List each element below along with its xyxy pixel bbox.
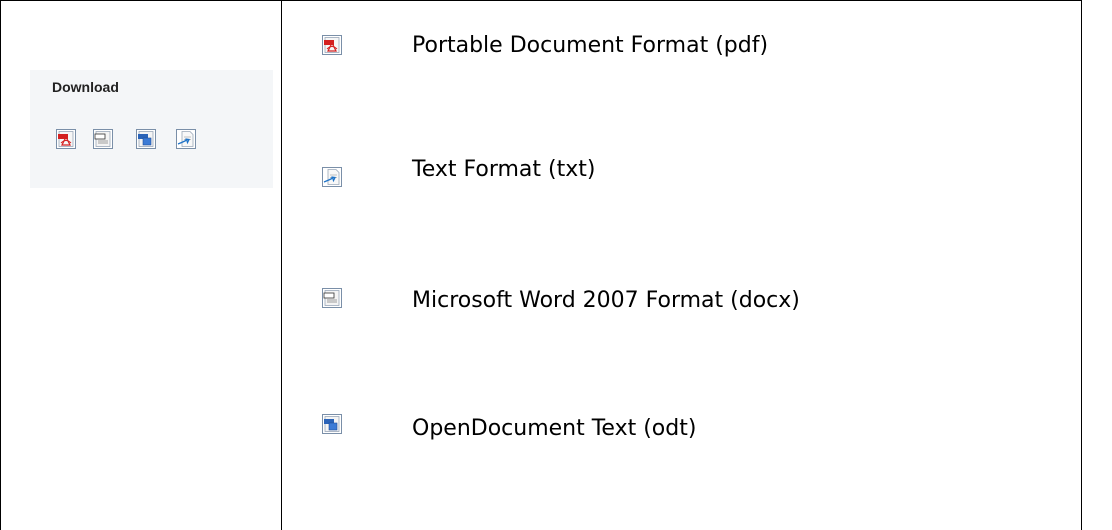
table-border-right — [1081, 0, 1082, 530]
table-border-left — [0, 0, 1, 530]
txt-file-icon[interactable] — [174, 127, 198, 151]
format-label-pdf: Portable Document Format (pdf) — [412, 33, 769, 58]
odt-file-icon[interactable] — [134, 127, 158, 151]
table-column-divider — [281, 0, 282, 530]
pdf-file-icon[interactable] — [54, 127, 78, 151]
docx-file-icon[interactable] — [320, 286, 344, 310]
download-panel: Download — [30, 70, 273, 188]
txt-file-icon[interactable] — [320, 165, 344, 189]
format-label-txt: Text Format (txt) — [412, 157, 596, 182]
docx-file-icon[interactable] — [91, 127, 115, 151]
odt-file-icon[interactable] — [320, 412, 344, 436]
format-label-docx: Microsoft Word 2007 Format (docx) — [412, 288, 800, 313]
download-title: Download — [52, 79, 119, 95]
pdf-file-icon[interactable] — [320, 33, 344, 57]
table-border-top — [0, 0, 1082, 1]
format-label-odt: OpenDocument Text (odt) — [412, 416, 697, 441]
